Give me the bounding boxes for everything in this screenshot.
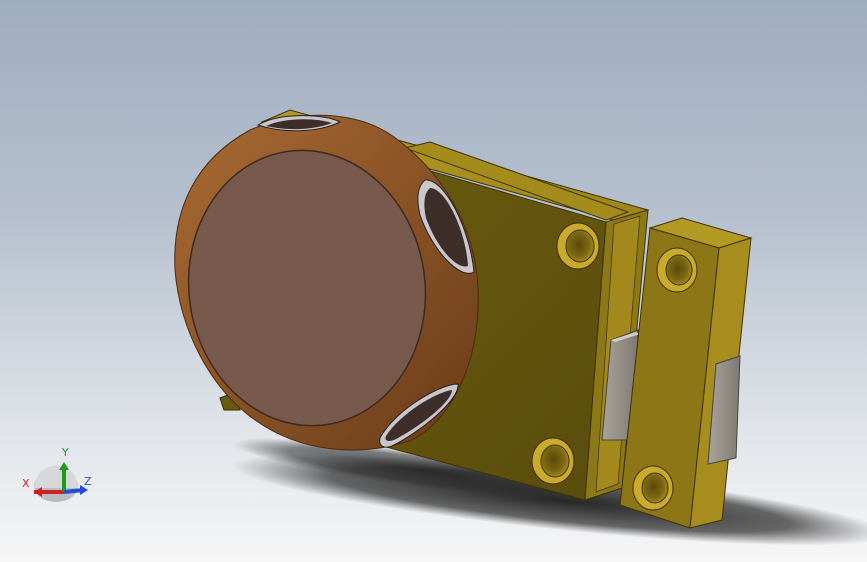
reference-triad[interactable]: X Y Z (22, 446, 92, 502)
screw-hole-top (556, 222, 600, 270)
strike-screw-hole-bottom (632, 465, 674, 511)
triad-x-label: X (22, 477, 30, 490)
screw-hole-bottom (531, 437, 575, 485)
strike-screw-hole-top (656, 247, 698, 293)
triad-y-label: Y (61, 446, 69, 459)
3d-viewport[interactable]: X Y Z (0, 0, 867, 562)
triad-z-label: Z (84, 475, 92, 488)
model-view[interactable]: X Y Z (0, 0, 867, 562)
